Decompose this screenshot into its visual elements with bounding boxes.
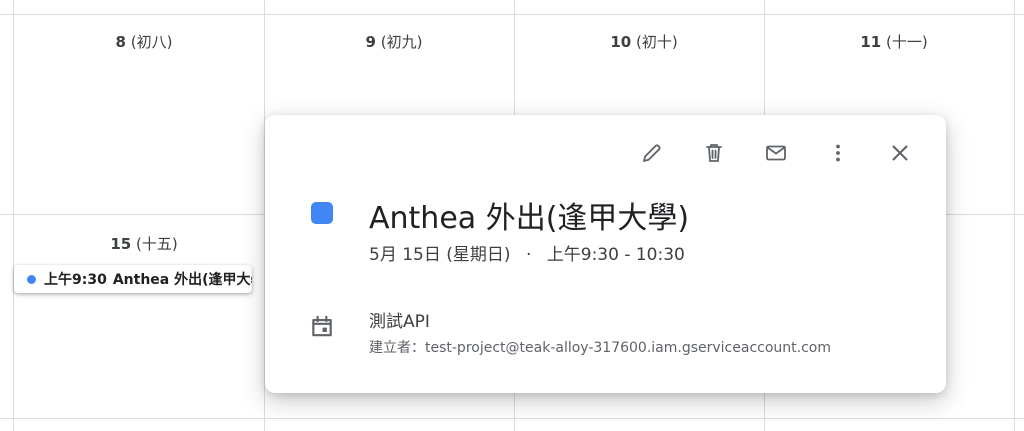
edit-button[interactable] xyxy=(628,137,676,169)
trash-icon xyxy=(706,144,722,162)
lunar-date: (十五) xyxy=(135,235,178,253)
more-vert-icon xyxy=(836,144,840,162)
lunar-date: (初八) xyxy=(130,33,173,51)
grid-line xyxy=(0,14,1024,15)
close-button[interactable] xyxy=(876,137,924,169)
lunar-date: (初九) xyxy=(380,33,423,51)
day-number: 8 xyxy=(115,33,126,51)
close-icon xyxy=(892,145,908,161)
event-color-dot xyxy=(27,274,36,284)
grid-line xyxy=(13,0,14,431)
event-time: 上午9:30 - 10:30 xyxy=(546,245,685,265)
event-chip-title: Anthea 外出(逢甲大學) xyxy=(112,272,252,288)
day-header-8[interactable]: 8 (初八) xyxy=(84,31,204,52)
grid-line xyxy=(0,418,1024,419)
event-color-swatch xyxy=(311,202,333,224)
event-chip-time: 上午9:30 xyxy=(44,272,107,288)
event-details-popup: Anthea 外出(逢甲大學) 5月 15日 (星期日) · 上午9:30 - … xyxy=(265,115,946,393)
calendar-icon xyxy=(312,315,332,337)
day-header-15[interactable]: 15 (十五) xyxy=(84,233,204,254)
more-options-button[interactable] xyxy=(814,137,862,169)
event-title: Anthea 外出(逢甲大學) xyxy=(369,201,690,236)
event-chip[interactable]: 上午9:30 Anthea 外出(逢甲大學) xyxy=(14,265,252,293)
day-header-11[interactable]: 11 (十一) xyxy=(834,31,954,52)
envelope-icon xyxy=(766,145,786,161)
day-header-9[interactable]: 9 (初九) xyxy=(334,31,454,52)
day-header-10[interactable]: 10 (初十) xyxy=(584,31,704,52)
event-datetime: 5月 15日 (星期日) · 上午9:30 - 10:30 xyxy=(369,240,685,265)
delete-button[interactable] xyxy=(690,137,738,169)
lunar-date: (初十) xyxy=(635,33,678,51)
event-date: 5月 15日 (星期日) xyxy=(369,245,511,265)
email-guests-button[interactable] xyxy=(752,137,800,169)
day-number: 10 xyxy=(610,33,632,51)
event-creator: 建立者：test-project@teak-alloy-317600.iam.g… xyxy=(369,340,831,356)
day-number: 15 xyxy=(110,235,132,253)
calendar-name: 測試API xyxy=(369,312,430,332)
datetime-separator: · xyxy=(525,245,532,265)
day-number: 9 xyxy=(365,33,376,51)
day-number: 11 xyxy=(860,33,882,51)
lunar-date: (十一) xyxy=(885,33,928,51)
pencil-icon xyxy=(643,144,661,162)
popup-toolbar xyxy=(628,137,924,169)
grid-line xyxy=(1014,0,1015,431)
